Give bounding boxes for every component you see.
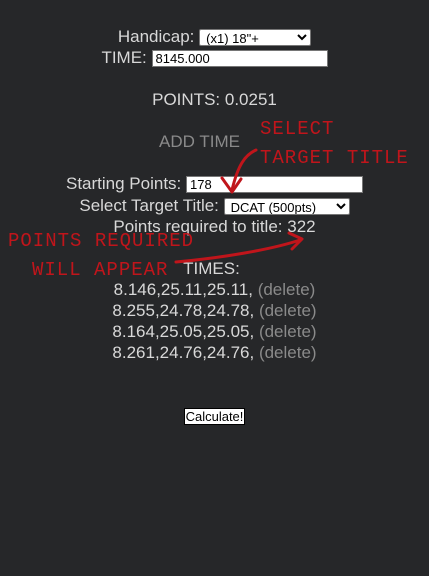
arrow-to-points-required (174, 238, 302, 264)
arrowhead-target-select (220, 176, 243, 194)
arrow-to-target-select (230, 148, 258, 192)
annotation-arrows (174, 148, 304, 264)
